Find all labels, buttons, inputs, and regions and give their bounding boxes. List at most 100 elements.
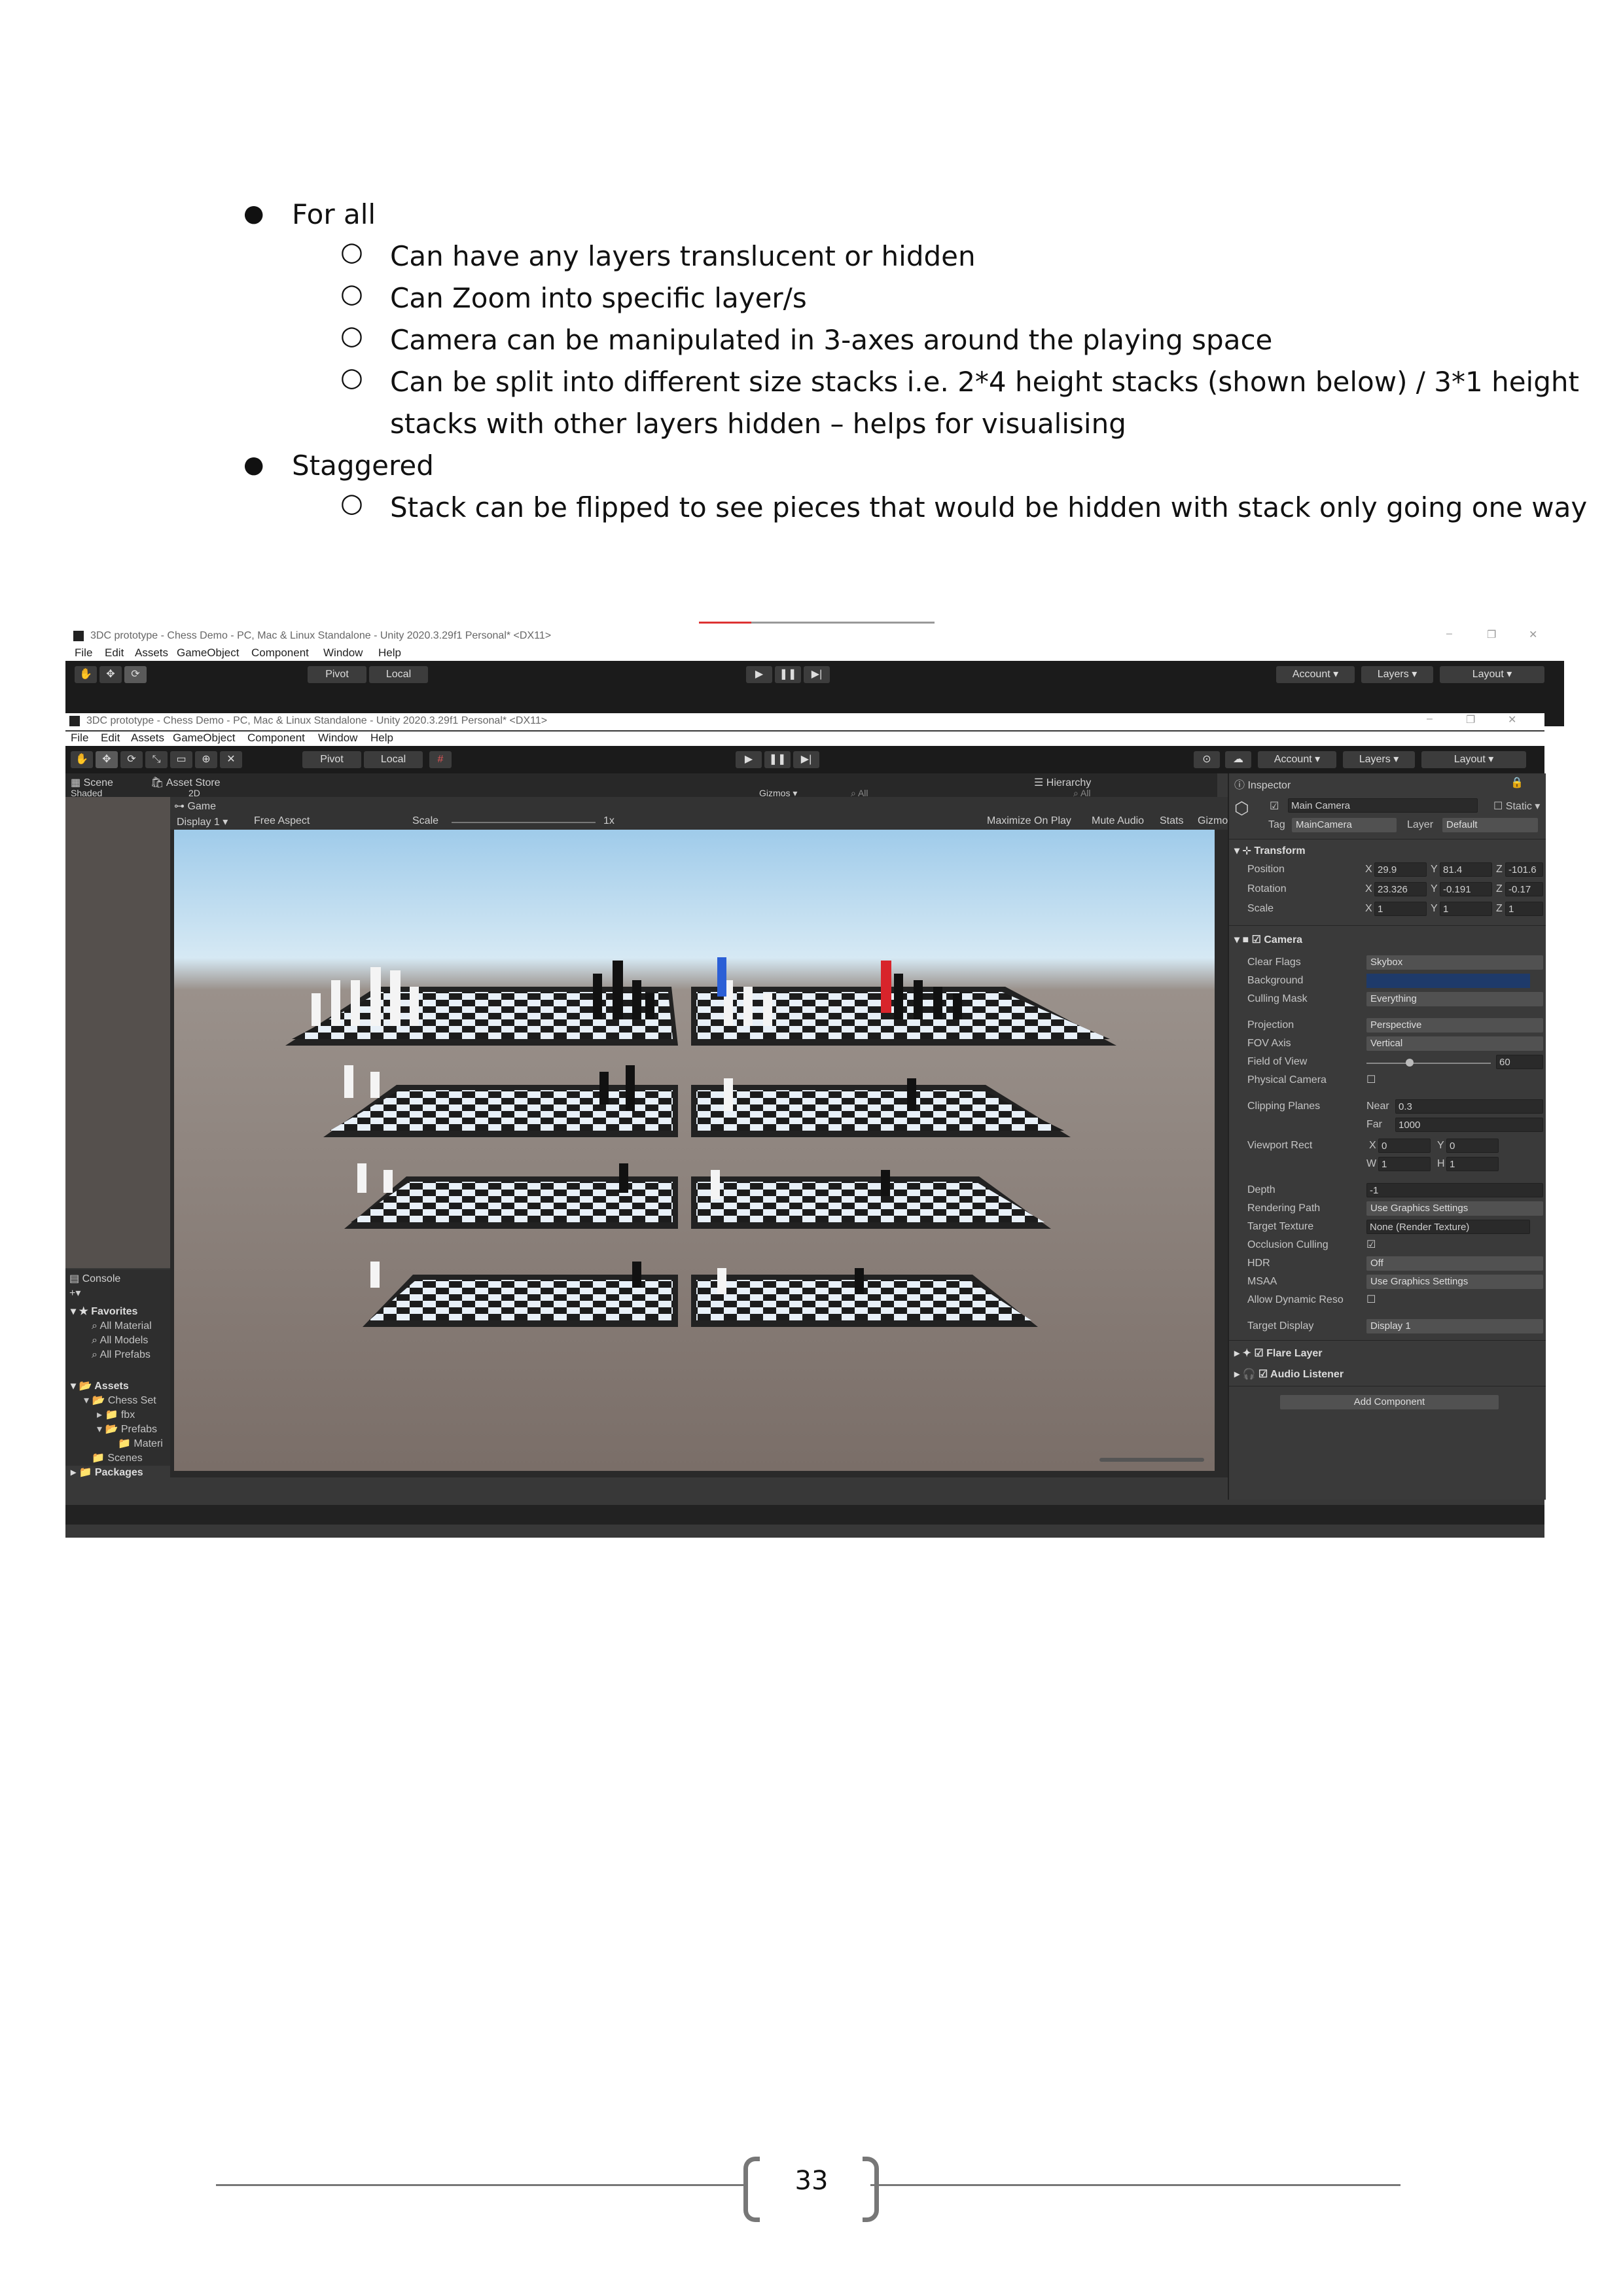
near-field[interactable]: 0.3 [1395,1099,1543,1114]
add-button[interactable]: +▾ [69,1286,80,1299]
tab-hierarchy[interactable]: ☰ Hierarchy [1034,776,1091,789]
scale-z[interactable]: 1 [1505,902,1543,916]
mute-audio-toggle[interactable]: Mute Audio [1092,815,1144,827]
menu-assets[interactable]: Assets [131,732,164,745]
tab-console[interactable]: ▤ Console [69,1272,120,1285]
physical-camera-checkbox[interactable]: ☐ [1366,1073,1376,1086]
account-button[interactable]: Account ▾ [1258,751,1336,768]
tab-scene[interactable]: ▦ Scene [71,776,113,789]
play-button[interactable]: ▶ [746,666,772,683]
custom-tool-button[interactable]: ✕ [220,751,242,768]
fov-slider[interactable] [1366,1063,1491,1064]
rect-tool-button[interactable]: ▭ [170,751,192,768]
move-tool-button[interactable]: ✥ [99,666,122,683]
tab-inspector[interactable]: ⓘ Inspector [1234,776,1291,792]
projection-dropdown[interactable]: Perspective [1366,1018,1543,1033]
restore-icon[interactable]: ❐ [1487,628,1496,641]
layout-button[interactable]: Layout ▾ [1421,751,1526,768]
scale-slider[interactable] [452,822,596,823]
chess-set-folder[interactable]: ▾ 📂 Chess Set [84,1394,156,1407]
aspect-dropdown[interactable]: Free Aspect [254,815,310,827]
position-x[interactable]: 29.9 [1374,862,1427,877]
rotate-tool-button[interactable]: ⟳ [120,751,143,768]
layer-dropdown[interactable]: Default [1442,818,1538,832]
cloud-button[interactable]: ☁ [1225,751,1251,768]
game-scrollbar[interactable] [1099,1458,1204,1462]
fav-all-materials[interactable]: ⌕ All Material [92,1320,152,1332]
clear-flags-dropdown[interactable]: Skybox [1366,955,1543,970]
dynamic-resolution-checkbox[interactable]: ☐ [1366,1293,1376,1306]
fav-all-prefabs[interactable]: ⌕ All Prefabs [92,1349,151,1361]
scale-tool-button[interactable]: ⤡ [145,751,168,768]
msaa-dropdown[interactable]: Use Graphics Settings [1366,1275,1543,1289]
static-toggle[interactable]: ☐ Static ▾ [1493,800,1540,813]
local-button[interactable]: Local [364,751,423,768]
account-button[interactable]: Account ▾ [1276,666,1355,683]
depth-field[interactable]: -1 [1366,1183,1543,1197]
move-tool-button[interactable]: ✥ [96,751,118,768]
viewport-w[interactable]: 1 [1378,1157,1431,1171]
fov-slider-thumb[interactable] [1406,1059,1414,1067]
step-button[interactable]: ▶| [793,751,819,768]
transform-header[interactable]: ▾ ⊹ Transform [1234,844,1306,857]
minimize-icon[interactable]: – [1427,713,1433,725]
object-name-field[interactable]: Main Camera [1288,798,1478,813]
far-field[interactable]: 1000 [1395,1118,1543,1132]
display-dropdown[interactable]: Display 1 ▾ [177,815,228,828]
fov-axis-dropdown[interactable]: Vertical [1366,1036,1543,1051]
rotation-z[interactable]: -0.17 [1505,882,1543,896]
target-texture-field[interactable]: None (Render Texture) [1366,1220,1530,1234]
position-y[interactable]: 81.4 [1440,862,1492,877]
play-button[interactable]: ▶ [736,751,762,768]
rotate-tool-button[interactable]: ⟳ [124,666,147,683]
menu-edit[interactable]: Edit [101,732,120,745]
menu-edit[interactable]: Edit [105,646,124,660]
hand-tool-button[interactable]: ✋ [75,666,97,683]
rotation-x[interactable]: 23.326 [1374,882,1427,896]
menu-help[interactable]: Help [370,732,393,745]
prefabs-folder[interactable]: ▾ 📂 Prefabs [97,1422,157,1436]
stats-toggle[interactable]: Stats [1160,815,1183,827]
menu-gameobject[interactable]: GameObject [177,646,239,660]
maximize-on-play-toggle[interactable]: Maximize On Play [987,815,1071,827]
tab-asset-store[interactable]: 🛍 Asset Store [151,776,221,789]
restore-icon[interactable]: ❐ [1466,713,1475,726]
add-component-button[interactable]: Add Component [1280,1395,1499,1409]
position-z[interactable]: -101.6 [1505,862,1543,877]
pause-button[interactable]: ❚❚ [775,666,801,683]
culling-mask-dropdown[interactable]: Everything [1366,992,1543,1006]
background-color-field[interactable] [1366,974,1530,988]
game-render[interactable] [174,830,1215,1471]
rendering-path-dropdown[interactable]: Use Graphics Settings [1366,1201,1543,1216]
materials-folder[interactable]: 📁 Materi [118,1437,163,1450]
collab-button[interactable]: ⊙ [1194,751,1220,768]
tag-dropdown[interactable]: MainCamera [1292,818,1397,832]
menu-assets[interactable]: Assets [135,646,168,660]
layers-button[interactable]: Layers ▾ [1343,751,1415,768]
fbx-folder[interactable]: ▸ 📁 fbx [97,1408,135,1421]
menu-window[interactable]: Window [318,732,357,745]
flare-layer-header[interactable]: ▸ ✦ ☑ Flare Layer [1234,1347,1323,1360]
menu-help[interactable]: Help [378,646,401,660]
tab-game[interactable]: ⊶ Game [174,800,216,813]
scale-x[interactable]: 1 [1374,902,1427,916]
fov-field[interactable]: 60 [1496,1055,1543,1069]
occlusion-checkbox[interactable]: ☑ [1366,1238,1376,1251]
menu-gameobject[interactable]: GameObject [173,732,235,745]
fav-all-models[interactable]: ⌕ All Models [92,1335,148,1347]
viewport-h[interactable]: 1 [1446,1157,1499,1171]
lock-icon[interactable]: 🔒 [1510,776,1524,789]
local-button[interactable]: Local [369,666,428,683]
pause-button[interactable]: ❚❚ [764,751,791,768]
scale-y[interactable]: 1 [1440,902,1492,916]
minimize-icon[interactable]: – [1446,628,1452,640]
menu-component[interactable]: Component [247,732,305,745]
menu-window[interactable]: Window [323,646,363,660]
menu-component[interactable]: Component [251,646,309,660]
active-checkbox[interactable]: ☑ [1270,800,1279,813]
camera-header[interactable]: ▾ ■ ☑ Camera [1234,933,1302,946]
assets-folder[interactable]: ▾ 📂 Assets [71,1379,129,1392]
menu-file[interactable]: File [71,732,88,745]
transform-tool-button[interactable]: ⊕ [195,751,217,768]
layout-button[interactable]: Layout ▾ [1440,666,1544,683]
